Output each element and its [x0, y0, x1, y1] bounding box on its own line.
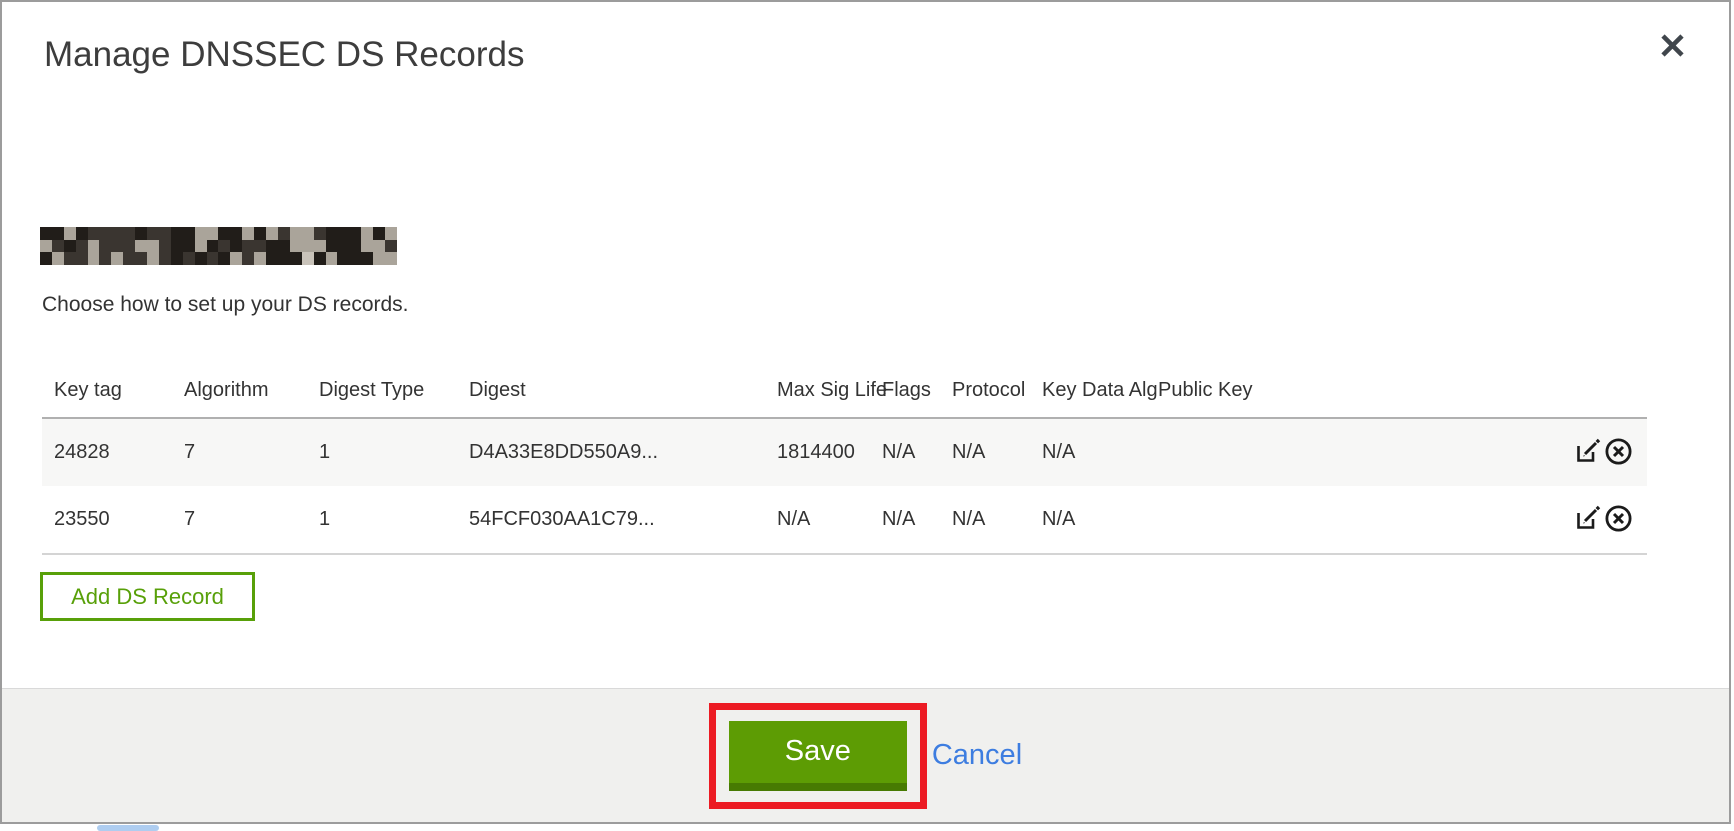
cell-key-tag: 23550: [42, 486, 172, 554]
cell-digest-type: 1: [307, 418, 457, 486]
add-ds-record-button[interactable]: Add DS Record: [40, 572, 255, 621]
edit-record-button[interactable]: [1574, 504, 1602, 535]
cell-flags: N/A: [870, 486, 940, 554]
delete-icon: [1604, 504, 1633, 533]
dnssec-dialog: Manage DNSSEC DS Records Choose how to s…: [0, 0, 1731, 824]
background-page-element: [97, 825, 159, 831]
cell-public-key: [1146, 486, 1366, 554]
edit-icon: [1574, 437, 1602, 465]
cell-digest: 54FCF030AA1C79...: [457, 486, 765, 554]
dialog-footer: Save Cancel: [2, 688, 1729, 822]
table-row: 24828 7 1 D4A33E8DD550A9... 1814400 N/A …: [42, 418, 1647, 486]
cell-actions: [1366, 418, 1647, 486]
cell-algorithm: 7: [172, 486, 307, 554]
save-highlight-annotation: Save: [709, 703, 927, 809]
delete-record-button[interactable]: [1604, 504, 1633, 536]
col-header-algorithm: Algorithm: [172, 362, 307, 418]
cell-actions: [1366, 486, 1647, 554]
cell-key-data-alg: N/A: [1030, 418, 1146, 486]
dialog-title: Manage DNSSEC DS Records: [44, 35, 524, 75]
cell-key-data-alg: N/A: [1030, 486, 1146, 554]
cell-digest-type: 1: [307, 486, 457, 554]
cancel-link[interactable]: Cancel: [932, 739, 1022, 772]
edit-record-button[interactable]: [1574, 437, 1602, 468]
close-button[interactable]: [1655, 28, 1689, 62]
redacted-domain-name: [40, 227, 397, 265]
cell-max-sig-life: 1814400: [765, 418, 870, 486]
cell-protocol: N/A: [940, 486, 1030, 554]
col-header-digest-type: Digest Type: [307, 362, 457, 418]
col-header-protocol: Protocol: [940, 362, 1030, 418]
cell-key-tag: 24828: [42, 418, 172, 486]
col-header-digest: Digest: [457, 362, 765, 418]
delete-icon: [1604, 437, 1633, 466]
edit-icon: [1574, 504, 1602, 532]
col-header-actions: [1366, 362, 1647, 418]
ds-records-table: Key tag Algorithm Digest Type Digest Max…: [42, 362, 1647, 555]
cell-digest: D4A33E8DD550A9...: [457, 418, 765, 486]
cell-flags: N/A: [870, 418, 940, 486]
intro-text: Choose how to set up your DS records.: [42, 293, 409, 317]
col-header-public-key: Public Key: [1146, 362, 1366, 418]
close-icon: [1659, 32, 1686, 59]
cell-algorithm: 7: [172, 418, 307, 486]
cell-public-key: [1146, 418, 1366, 486]
col-header-key-tag: Key tag: [42, 362, 172, 418]
col-header-key-data-alg: Key Data Alg: [1030, 362, 1146, 418]
table-header-row: Key tag Algorithm Digest Type Digest Max…: [42, 362, 1647, 418]
delete-record-button[interactable]: [1604, 437, 1633, 469]
col-header-max-sig-life: Max Sig Life: [765, 362, 870, 418]
cell-protocol: N/A: [940, 418, 1030, 486]
save-button[interactable]: Save: [729, 721, 907, 791]
cell-max-sig-life: N/A: [765, 486, 870, 554]
table-row: 23550 7 1 54FCF030AA1C79... N/A N/A N/A …: [42, 486, 1647, 554]
